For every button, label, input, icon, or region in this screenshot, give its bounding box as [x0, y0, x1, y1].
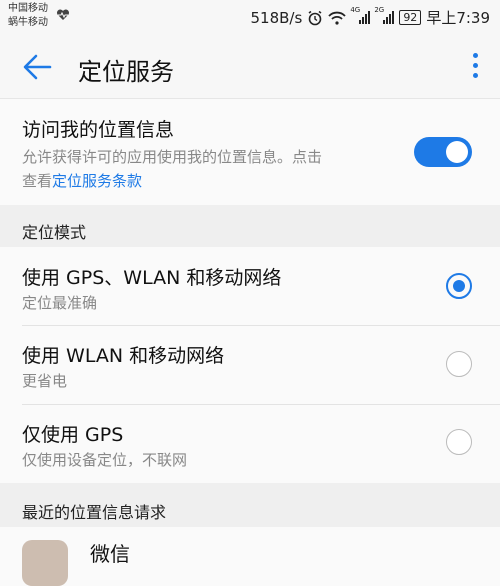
section-title-recent: 最近的位置信息请求	[22, 503, 167, 522]
location-access-desc-2: 查看定位服务条款	[22, 170, 142, 191]
battery-icon: 92	[399, 10, 422, 25]
mode-option-title: 使用 GPS、WLAN 和移动网络	[22, 267, 282, 289]
signal-2-type: 2G	[374, 6, 385, 14]
recent-app-row[interactable]	[0, 527, 500, 553]
status-bar: 中国移动 蜗牛移动 518B/s 4G 2G 92 早上7:39	[0, 0, 500, 36]
mode-radio-selected[interactable]	[446, 273, 472, 299]
mode-radio[interactable]	[446, 351, 472, 377]
heart-rate-icon	[56, 9, 70, 20]
signal-2-icon: 2G	[374, 6, 395, 24]
desc-prefix: 查看	[22, 172, 53, 190]
location-access-title: 访问我的位置信息	[22, 119, 175, 141]
mode-option-subtitle: 更省电	[22, 372, 68, 390]
section-header-mode: 定位模式	[0, 205, 500, 247]
toggle-knob	[446, 141, 468, 163]
carrier-info: 中国移动 蜗牛移动	[8, 2, 48, 30]
mode-radio[interactable]	[446, 429, 472, 455]
alarm-icon	[308, 10, 322, 25]
mode-option-subtitle: 定位最准确	[22, 294, 98, 312]
mode-option[interactable]: 使用 WLAN 和移动网络 更省电	[0, 326, 500, 404]
signal-1-icon: 4G	[350, 6, 371, 24]
location-terms-link[interactable]: 定位服务条款	[52, 172, 142, 190]
wechat-app-icon	[22, 540, 68, 586]
mode-option-subtitle: 仅使用设备定位，不联网	[22, 451, 188, 469]
location-access-toggle[interactable]	[414, 137, 472, 167]
status-icons: 518B/s 4G 2G 92 早上7:39	[250, 6, 490, 28]
app-bar: 定位服务	[0, 36, 500, 99]
clock: 早上7:39	[426, 9, 490, 27]
mode-option[interactable]: 仅使用 GPS 仅使用设备定位，不联网	[0, 405, 500, 483]
carrier-1: 中国移动	[8, 3, 48, 14]
mode-option-title: 使用 WLAN 和移动网络	[22, 345, 225, 367]
mode-option[interactable]: 使用 GPS、WLAN 和移动网络 定位最准确	[0, 247, 500, 325]
net-speed: 518B/s	[250, 8, 303, 27]
section-title-mode: 定位模式	[22, 223, 87, 242]
mode-option-title: 仅使用 GPS	[22, 424, 124, 446]
location-access-desc: 允许获得许可的应用使用我的位置信息。点击	[22, 148, 323, 166]
wifi-icon	[328, 11, 346, 25]
section-header-recent: 最近的位置信息请求	[0, 483, 500, 527]
page-title: 定位服务	[78, 58, 174, 86]
back-arrow-icon[interactable]	[20, 50, 54, 84]
signal-1-type: 4G	[350, 6, 361, 14]
more-options-icon[interactable]	[470, 53, 480, 83]
carrier-2: 蜗牛移动	[8, 17, 48, 28]
